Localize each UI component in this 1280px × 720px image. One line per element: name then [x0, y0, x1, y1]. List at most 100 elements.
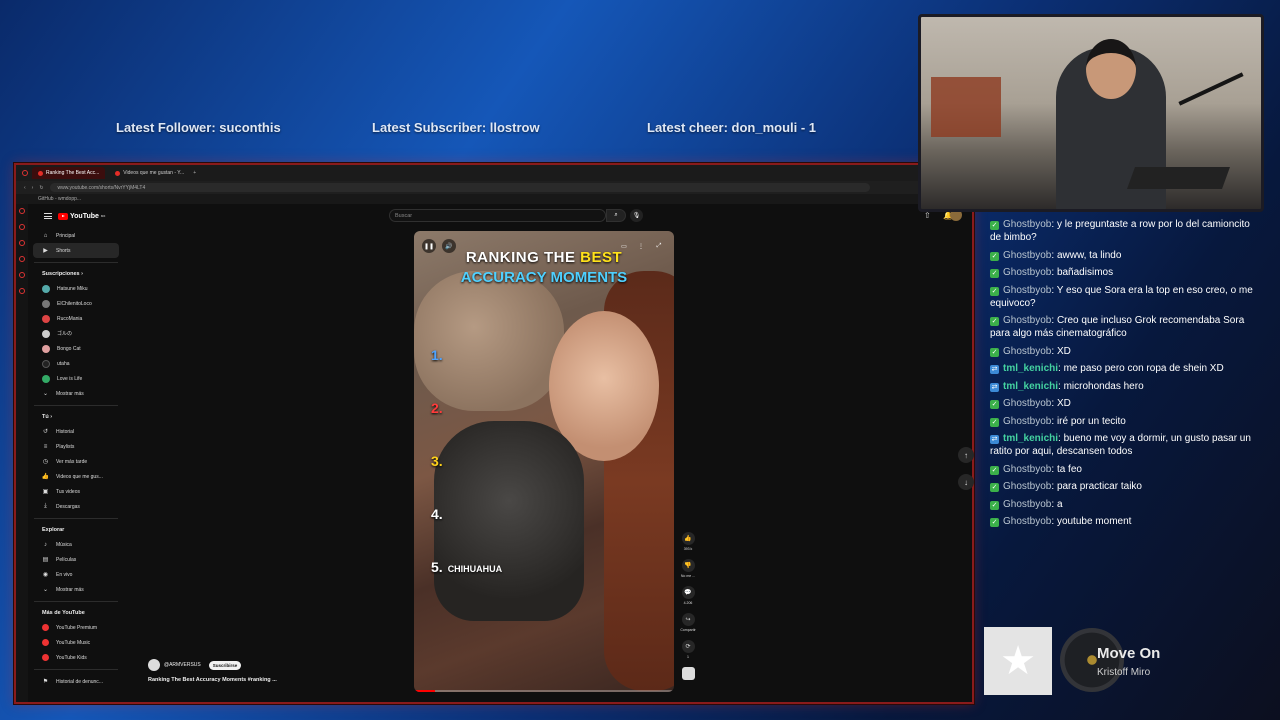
reload-icon[interactable]: ↻: [39, 185, 43, 191]
channel-avatar: [42, 359, 50, 368]
captions-icon[interactable]: ▭: [617, 239, 631, 253]
sidebar-item-downloads[interactable]: ⤓ Descargas: [28, 499, 124, 514]
chat-username[interactable]: Ghostbyob: [1003, 464, 1051, 475]
sidebar-label: RucoMania: [57, 315, 83, 322]
divider: [34, 518, 118, 519]
chat-text: bañadisimos: [1056, 267, 1114, 278]
sidebar-item-your-videos[interactable]: ▣ Tus videos: [28, 484, 124, 499]
browser-menu-icon[interactable]: [22, 170, 28, 176]
sidebar-item-kids[interactable]: YouTube Kids: [28, 650, 124, 665]
tab-label: Videos que me gustan - Y...: [123, 170, 185, 176]
sidebar-item-music-app[interactable]: YouTube Music: [28, 635, 124, 650]
like-count: 393 k: [683, 547, 693, 551]
chat-username[interactable]: Ghostbyob: [1003, 285, 1051, 296]
sidebar-item-subscription[interactable]: Bongo Cat: [28, 341, 124, 356]
tab-liked-videos[interactable]: Videos que me gustan - Y...: [109, 167, 189, 179]
chat-username[interactable]: Ghostbyob: [1003, 516, 1051, 527]
sidebar-item-subscription[interactable]: utaha: [28, 356, 124, 371]
fullscreen-icon[interactable]: ⤢: [652, 239, 666, 253]
chat-username[interactable]: Ghostbyob: [1003, 499, 1051, 510]
verified-badge-icon: ✓: [990, 347, 999, 357]
sidebar-item-playlists[interactable]: ≡ Playlists: [28, 439, 124, 454]
subscribe-button[interactable]: Suscribirse: [208, 660, 242, 670]
rail-item-icon[interactable]: [19, 288, 25, 294]
verified-badge-icon: ✓: [990, 269, 999, 278]
sidebar-item-subscription[interactable]: Hatsune Miku: [28, 281, 124, 296]
rail-item-icon[interactable]: [19, 272, 25, 278]
verified-badge-icon: ✓: [990, 500, 999, 510]
tab-active[interactable]: Ranking The Best Acc...: [32, 167, 106, 179]
rail-item-icon[interactable]: [19, 224, 25, 230]
sidebar-item-live[interactable]: ◉ En vivo: [28, 567, 124, 582]
chat-username[interactable]: tml_kenichi: [1003, 363, 1058, 374]
subscriptions-heading[interactable]: Suscripciones ›: [28, 267, 124, 281]
sidebar-item-movies[interactable]: ▤ Películas: [28, 552, 124, 567]
hamburger-menu-icon[interactable]: [44, 213, 52, 219]
url-input[interactable]: www.youtube.com/shorts/NvrYYjM4LT4: [49, 183, 870, 192]
youtube-logo[interactable]: YouTube MX: [58, 212, 105, 220]
chat-username[interactable]: Ghostbyob: [1003, 315, 1051, 326]
sidebar-item-subscription[interactable]: ElChilenitoLoco: [28, 296, 124, 311]
tab-label: Ranking The Best Acc...: [46, 170, 100, 176]
sidebar-item-subscription[interactable]: RucoMania: [28, 311, 124, 326]
sidebar-item-show-more[interactable]: ⌄ Mostrar más: [28, 582, 124, 597]
previous-short-button[interactable]: ↑: [958, 447, 974, 463]
sidebar-item-subscription[interactable]: ゴルの: [28, 326, 124, 341]
more-options-icon[interactable]: ⋮: [634, 239, 648, 253]
bookmark-github[interactable]: GitHub - wmdopp...: [38, 196, 81, 202]
sidebar-item-history[interactable]: ↺ Historial: [28, 424, 124, 439]
chat-text: XD: [1056, 398, 1071, 409]
star-icon: ★: [1000, 639, 1036, 683]
sidebar-item-home[interactable]: ⌂ Principal: [28, 228, 124, 243]
chat-username[interactable]: Ghostbyob: [1003, 250, 1051, 261]
title-part: RANKING THE: [465, 249, 576, 266]
short-video-player[interactable]: RANKING THE BEST ACCURACY MOMENTS 1. 2. …: [414, 231, 674, 692]
channel-avatar[interactable]: [148, 659, 160, 671]
upload-icon[interactable]: ⇧: [924, 211, 931, 220]
chat-username[interactable]: Ghostbyob: [1003, 481, 1051, 492]
youtube-favicon-icon: [38, 170, 43, 176]
voice-search-icon[interactable]: 🎙: [630, 209, 643, 222]
sidebar-label: Historial: [56, 428, 75, 435]
sidebar-item-subscription[interactable]: Love is Life: [28, 371, 124, 386]
chat-username[interactable]: Ghostbyob: [1003, 346, 1051, 357]
comment-icon[interactable]: 💬: [681, 586, 695, 599]
back-icon[interactable]: ‹: [24, 185, 26, 191]
sidebar-item-show-more[interactable]: ⌄ Mostrar más: [28, 386, 124, 401]
search-input[interactable]: Buscar: [389, 209, 606, 222]
video-progress-bar[interactable]: [414, 690, 674, 692]
sidebar-item-premium[interactable]: YouTube Premium: [28, 620, 124, 635]
rail-item-icon[interactable]: [19, 256, 25, 262]
share-icon[interactable]: ↪: [681, 613, 695, 626]
sidebar-label: YouTube Premium: [56, 624, 98, 631]
you-heading[interactable]: Tú ›: [28, 410, 124, 424]
chat-username[interactable]: tml_kenichi: [1003, 433, 1058, 444]
pause-icon[interactable]: ❚❚: [422, 239, 436, 253]
new-tab-icon[interactable]: +: [193, 170, 196, 176]
volume-icon[interactable]: 🔊: [442, 239, 456, 253]
chat-username[interactable]: tml_kenichi: [1003, 381, 1058, 392]
sidebar-item-report-history[interactable]: ⚑ Historial de denunc...: [28, 674, 124, 689]
sidebar-label: YouTube Kids: [56, 654, 87, 661]
dislike-icon[interactable]: 👎: [681, 559, 695, 572]
sidebar-item-music[interactable]: ♪ Música: [28, 537, 124, 552]
search-button[interactable]: ⌕: [606, 209, 626, 222]
chat-username[interactable]: Ghostbyob: [1003, 267, 1051, 278]
remix-icon[interactable]: ⟳: [681, 640, 695, 653]
chat-message: ✓ Ghostbyob: Creo que incluso Grok recome…: [990, 314, 1260, 340]
next-short-button[interactable]: ↓: [958, 474, 974, 490]
section-label: Suscripciones: [42, 271, 80, 277]
channel-handle[interactable]: @ARMVERSUS: [164, 662, 201, 668]
rail-item-icon[interactable]: [19, 208, 25, 214]
chat-username[interactable]: Ghostbyob: [1003, 219, 1051, 230]
forward-icon[interactable]: ›: [32, 185, 34, 191]
chat-username[interactable]: Ghostbyob: [1003, 398, 1051, 409]
sidebar-item-watch-later[interactable]: ◷ Ver más tarde: [28, 454, 124, 469]
sound-thumbnail[interactable]: [681, 667, 695, 680]
chat-username[interactable]: Ghostbyob: [1003, 416, 1051, 427]
short-title[interactable]: Ranking The Best Accuracy Moments #ranki…: [148, 677, 277, 683]
sidebar-item-shorts[interactable]: ▶ Shorts: [33, 243, 119, 258]
sidebar-item-liked-videos[interactable]: 👍 Videos que me gus...: [28, 469, 124, 484]
like-icon[interactable]: 👍: [681, 532, 695, 545]
rail-item-icon[interactable]: [19, 240, 25, 246]
